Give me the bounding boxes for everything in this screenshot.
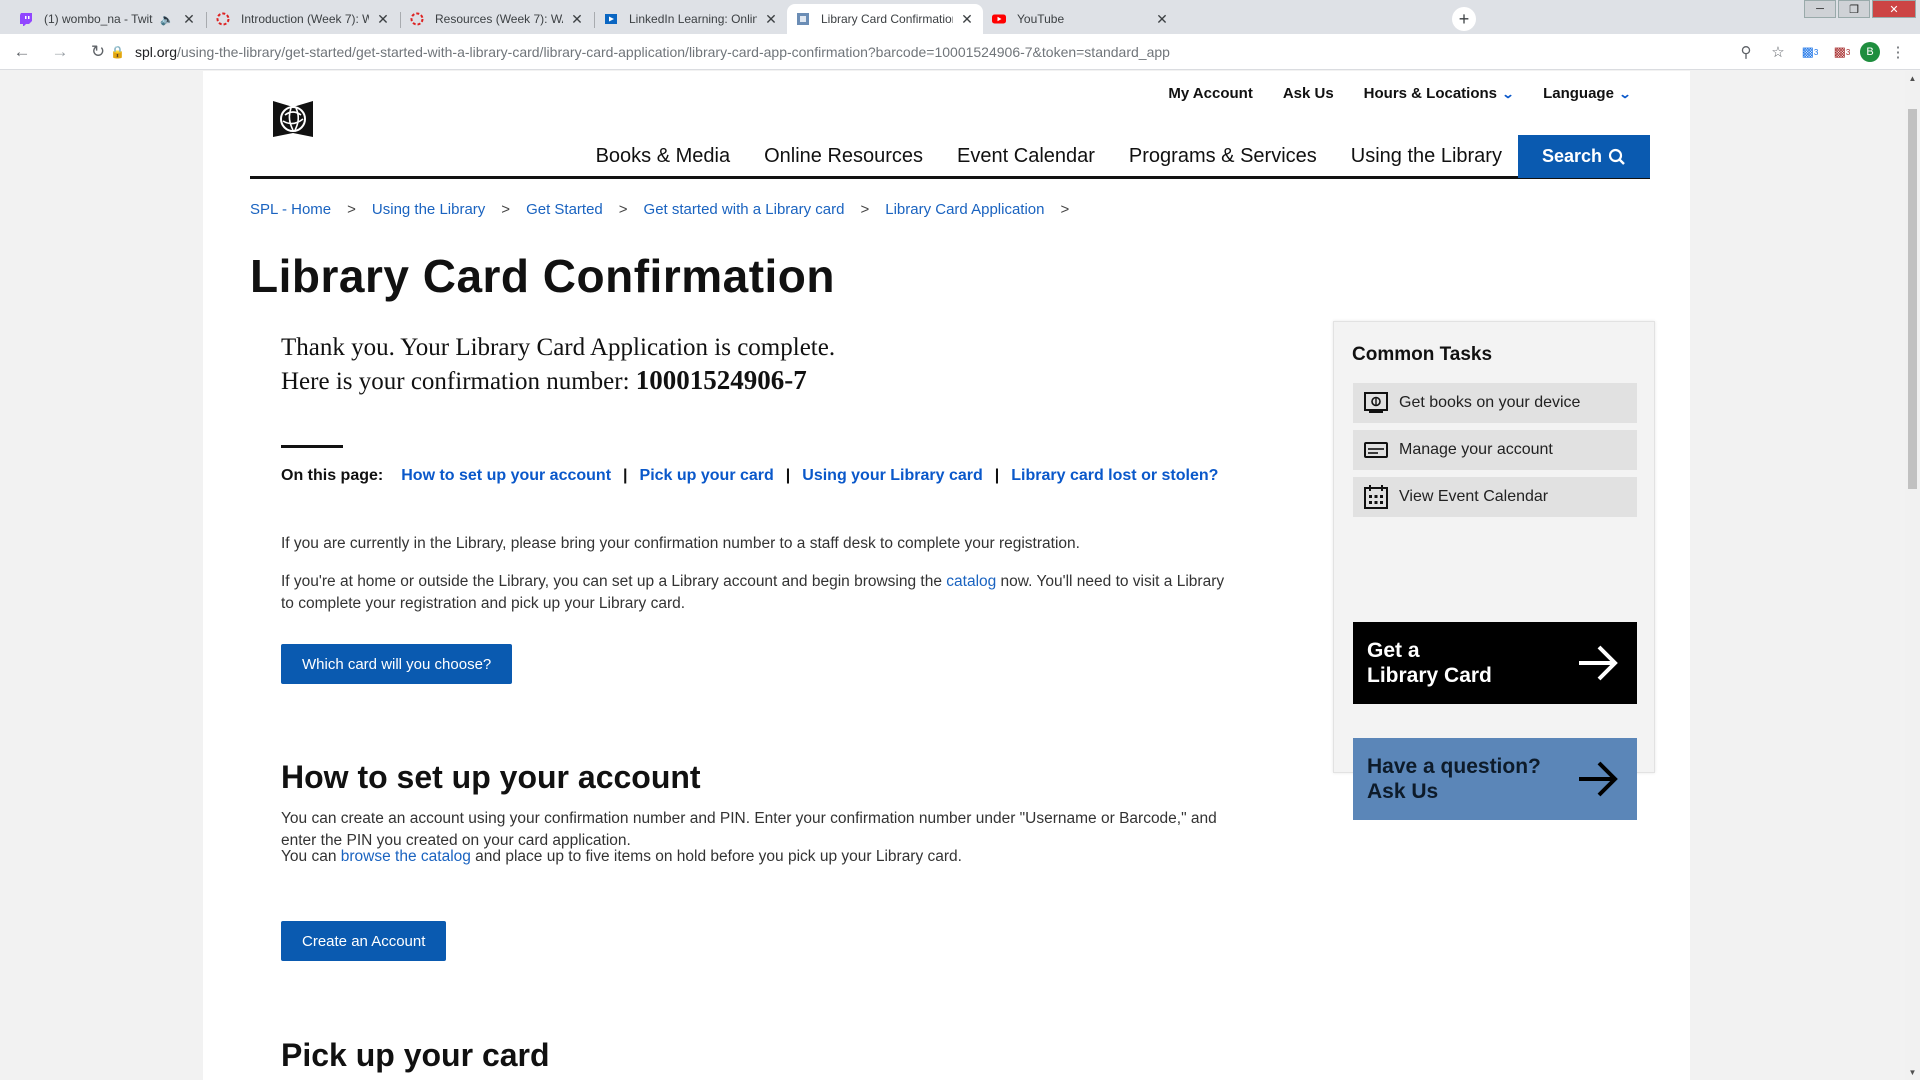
close-tab-icon[interactable]: ✕: [1154, 11, 1170, 28]
page-scrollbar[interactable]: ▲ ▼: [1905, 71, 1920, 1080]
breadcrumb-library-card[interactable]: Get started with a Library card: [644, 201, 845, 218]
back-icon[interactable]: ←: [8, 38, 36, 66]
heading-pick-up-card: Pick up your card: [281, 1037, 550, 1073]
ask-us-button[interactable]: Have a question? Ask Us: [1353, 738, 1637, 820]
chevron-down-icon: ⌄: [1618, 86, 1632, 101]
browser-toolbar: ← → ↻ 🔒 spl.org/using-the-library/get-st…: [0, 34, 1920, 70]
which-card-button[interactable]: Which card will you choose?: [281, 644, 513, 684]
minimize-button[interactable]: ─: [1804, 0, 1836, 18]
calendar-icon: [1363, 484, 1389, 510]
my-account-link[interactable]: My Account: [1168, 85, 1252, 102]
nav-books-media[interactable]: Books & Media: [596, 145, 731, 168]
arrow-right-icon: [1579, 645, 1618, 681]
lock-icon: 🔒: [110, 45, 125, 59]
new-tab-button[interactable]: +: [1452, 7, 1476, 31]
window-close-button[interactable]: ✕: [1872, 0, 1916, 18]
browser-tab[interactable]: Introduction (Week 7): WATS 301 ✕: [207, 4, 399, 34]
in-library-paragraph: If you are currently in the Library, ple…: [281, 535, 1080, 552]
page-content: My Account Ask Us Hours & Locations ⌄ Lan…: [203, 71, 1690, 1080]
task-manage-account[interactable]: Manage your account: [1353, 430, 1637, 470]
youtube-icon: [991, 11, 1007, 27]
close-tab-icon[interactable]: ✕: [181, 11, 197, 28]
arrow-right-icon: [1579, 761, 1618, 797]
catalog-link[interactable]: catalog: [946, 573, 996, 590]
search-icon: [1608, 148, 1625, 165]
task-view-calendar[interactable]: View Event Calendar: [1353, 477, 1637, 517]
nav-programs-services[interactable]: Programs & Services: [1129, 145, 1317, 168]
task-get-books-device[interactable]: Get books on your device: [1353, 383, 1637, 423]
breadcrumb-using-the-library[interactable]: Using the Library: [372, 201, 485, 218]
browse-catalog-link[interactable]: browse the catalog: [341, 848, 471, 865]
language-link[interactable]: Language ⌄: [1543, 85, 1632, 102]
breadcrumb-card-application[interactable]: Library Card Application: [885, 201, 1044, 218]
ask-us-link[interactable]: Ask Us: [1283, 85, 1334, 102]
close-tab-icon[interactable]: ✕: [763, 11, 779, 28]
forward-icon[interactable]: →: [46, 38, 74, 66]
confirmation-number: 10001524906-7: [635, 365, 807, 395]
window-controls: ─ ❐ ✕: [1802, 0, 1916, 18]
anchor-pick-up-card[interactable]: Pick up your card: [640, 467, 774, 485]
breadcrumb-get-started[interactable]: Get Started: [526, 201, 603, 218]
close-tab-icon[interactable]: ✕: [569, 11, 585, 28]
browser-tab-active[interactable]: Library Card Confirmation | The S ✕: [787, 4, 983, 34]
browser-tab[interactable]: LinkedIn Learning: Online Course ✕: [595, 4, 787, 34]
linkedin-icon: [603, 11, 619, 27]
menu-dots-icon[interactable]: ⋮: [1884, 38, 1912, 66]
extension-icon[interactable]: ▩ 3: [1828, 38, 1856, 66]
nav-event-calendar[interactable]: Event Calendar: [957, 145, 1095, 168]
close-tab-icon[interactable]: ✕: [959, 11, 975, 28]
twitch-icon: [18, 11, 34, 27]
audio-icon[interactable]: 🔈: [159, 13, 175, 26]
hours-locations-link[interactable]: Hours & Locations ⌄: [1364, 85, 1515, 102]
breadcrumb: SPL - Home > Using the Library > Get Start…: [250, 201, 1070, 218]
anchor-using-card[interactable]: Using your Library card: [802, 467, 983, 485]
nav-using-the-library[interactable]: Using the Library: [1351, 145, 1502, 168]
reload-icon[interactable]: ↻: [84, 38, 112, 66]
extension-icon[interactable]: ▩ 3: [1796, 38, 1824, 66]
confirmation-message: Thank you. Your Library Card Application…: [281, 334, 836, 395]
card-icon: [1363, 437, 1389, 463]
search-button[interactable]: Search: [1517, 135, 1650, 178]
main-nav: Books & Media Online Resources Event Cal…: [250, 135, 1650, 179]
chevron-down-icon: ⌄: [1501, 86, 1515, 101]
utility-nav: My Account Ask Us Hours & Locations ⌄ Lan…: [1138, 85, 1632, 102]
at-home-paragraph: If you're at home or outside the Library…: [281, 573, 1225, 612]
bookmark-star-icon[interactable]: ☆: [1764, 38, 1792, 66]
breadcrumb-home[interactable]: SPL - Home: [250, 201, 331, 218]
create-account-button[interactable]: Create an Account: [281, 921, 447, 961]
browser-tab[interactable]: Resources (Week 7): WATS 3010 ✕: [401, 4, 593, 34]
anchor-lost-stolen[interactable]: Library card lost or stolen?: [1011, 467, 1218, 485]
key-icon[interactable]: ⚲: [1732, 38, 1760, 66]
browser-tab[interactable]: (1) wombo_na - Twitch 🔈 ✕: [10, 4, 205, 34]
profile-avatar[interactable]: B: [1860, 42, 1880, 62]
page-viewport: My Account Ask Us Hours & Locations ⌄ Lan…: [0, 71, 1905, 1080]
browser-tab-bar: (1) wombo_na - Twitch 🔈 ✕ Introduction (…: [0, 0, 1920, 34]
get-library-card-button[interactable]: Get a Library Card: [1353, 622, 1637, 704]
common-tasks-sidebar: Common Tasks Get books on your device Ma…: [1333, 321, 1655, 820]
on-this-page-nav: On this page: How to set up your account…: [281, 467, 1219, 485]
browser-tab[interactable]: YouTube ✕: [983, 4, 1178, 34]
ebook-device-icon: [1363, 390, 1389, 416]
browse-paragraph: You can browse the catalog and place up …: [281, 848, 962, 865]
canvas-icon: [409, 11, 425, 27]
anchor-setup-account[interactable]: How to set up your account: [401, 467, 611, 485]
close-tab-icon[interactable]: ✕: [375, 11, 391, 28]
address-bar[interactable]: 🔒 spl.org/using-the-library/get-started/…: [110, 37, 1750, 67]
divider: [281, 445, 343, 448]
page-title: Library Card Confirmation: [250, 250, 836, 302]
scrollbar-thumb[interactable]: [1908, 109, 1917, 489]
maximize-button[interactable]: ❐: [1838, 0, 1870, 18]
canvas-icon: [215, 11, 231, 27]
scroll-down-arrow[interactable]: ▼: [1905, 1065, 1920, 1080]
scroll-up-arrow[interactable]: ▲: [1905, 71, 1920, 86]
nav-online-resources[interactable]: Online Resources: [764, 145, 923, 168]
spl-icon: [795, 11, 811, 27]
heading-setup-account: How to set up your account: [281, 759, 701, 795]
sidebar-title: Common Tasks: [1352, 344, 1493, 365]
